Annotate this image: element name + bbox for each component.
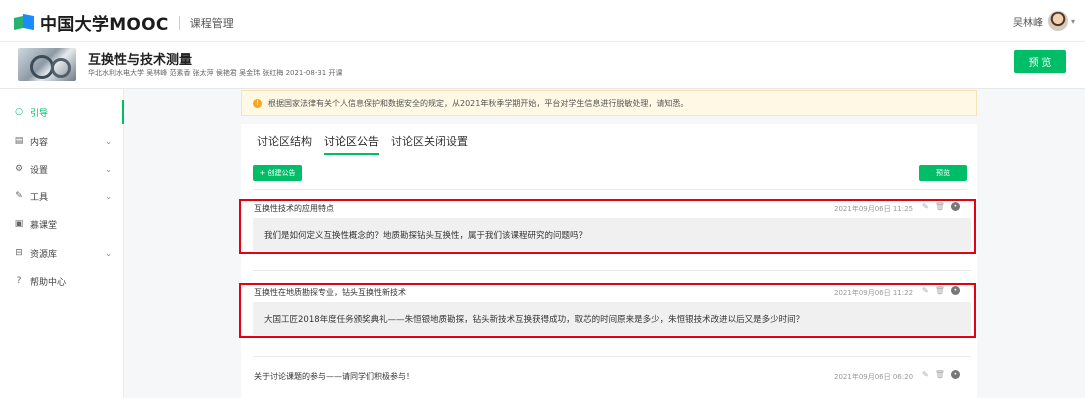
avatar: [1047, 11, 1068, 31]
sidebar: ○ 引导 ▤ 内容 ⌄ ⚙ 设置 ⌄ ✎ 工具 ⌄ ▣ 慕课堂 ⊟ 资源库 ⌄? 帮助中心: [0, 89, 124, 398]
chevron-down-icon[interactable]: ⌄: [105, 137, 112, 146]
highlight-box: [239, 199, 976, 254]
sidebar-item-tools[interactable]: ✎ 工具 ⌄: [0, 184, 124, 208]
sidebar-item-label: 工具: [30, 192, 49, 203]
preview-button[interactable]: 预览: [919, 165, 967, 181]
sidebar-item-label: 慕课堂: [30, 220, 58, 231]
sidebar-item-label: 资源库: [30, 249, 58, 260]
privacy-notice: ! 根据国家法律有关个人信息保护和数据安全的规定，从2021年秋季学期开始，平台…: [241, 90, 977, 116]
notice-text: 根据国家法律有关个人信息保护和数据安全的规定，从2021年秋季学期开始，平台对学…: [268, 98, 689, 108]
chevron-down-icon[interactable]: ⌄: [105, 165, 112, 174]
help-icon: ?: [16, 276, 22, 286]
post-title[interactable]: 关于讨论课题的参与——请同学们积极参与！: [254, 371, 414, 382]
tab-announcements[interactable]: 讨论区公告: [324, 133, 379, 155]
content-icon: ▤: [14, 136, 24, 146]
chevron-down-icon: ▾: [1070, 16, 1075, 26]
sidebar-item-label: 设置: [30, 165, 49, 176]
course-thumbnail: [18, 48, 76, 81]
course-title: 互换性与技术测量: [88, 53, 193, 68]
logo-text: 中国大学MOOC: [40, 15, 169, 35]
tools-icon: ✎: [15, 191, 23, 201]
sidebar-item-label: 帮助中心: [30, 277, 67, 288]
divider: [253, 189, 967, 190]
delete-icon[interactable]: 🗑: [935, 370, 945, 379]
mooc-logo-icon: [14, 13, 34, 31]
post-actions: ✎ 🗑 •: [916, 370, 960, 379]
chevron-down-icon[interactable]: ⌄: [105, 249, 112, 258]
user-menu[interactable]: 吴林峰 ▾: [1013, 11, 1075, 31]
user-name: 吴林峰: [1012, 17, 1043, 29]
classroom-icon: ▣: [14, 219, 24, 229]
course-meta: 华北水利水电大学 吴林峰 范素香 张太萍 侯艳君 吴金玮 张红梅 2021-08…: [88, 69, 343, 77]
sidebar-item-label: 内容: [30, 137, 49, 148]
post-separator: [253, 356, 971, 357]
section-title: 课程管理: [189, 16, 234, 30]
gear-icon: ⚙: [14, 164, 24, 174]
sidebar-item-guide[interactable]: ○ 引导: [0, 100, 124, 124]
guide-icon: ○: [15, 107, 23, 117]
edit-icon[interactable]: ✎: [922, 370, 929, 379]
post-separator: [253, 270, 971, 271]
course-preview-button[interactable]: 预 览: [1014, 50, 1066, 73]
highlight-box: [239, 283, 976, 338]
course-header: 互换性与技术测量 华北水利水电大学 吴林峰 范素香 张太萍 侯艳君 吴金玮 张红…: [0, 42, 1085, 89]
tab-close-settings[interactable]: 讨论区关闭设置: [391, 133, 468, 155]
sidebar-item-mooc-class[interactable]: ▣ 慕课堂: [0, 212, 124, 236]
more-icon[interactable]: •: [950, 370, 960, 379]
sidebar-item-resources[interactable]: ⊟ 资源库 ⌄: [0, 241, 124, 265]
sidebar-item-label: 引导: [30, 108, 49, 119]
top-bar: 中国大学MOOC 课程管理 吴林峰 ▾: [0, 0, 1085, 42]
sidebar-item-help-center[interactable]: ? 帮助中心: [0, 269, 124, 293]
library-icon: ⊟: [15, 248, 23, 258]
warning-icon: !: [253, 98, 262, 108]
create-announcement-button[interactable]: + 创建公告: [253, 165, 302, 181]
tab-structure[interactable]: 讨论区结构: [257, 133, 312, 155]
tab-bar: 讨论区结构 讨论区公告 讨论区关闭设置: [257, 133, 480, 155]
post-date: 2021年09月06日 06:20: [834, 373, 914, 381]
sidebar-item-settings[interactable]: ⚙ 设置 ⌄: [0, 157, 124, 181]
chevron-down-icon[interactable]: ⌄: [105, 192, 112, 201]
sidebar-item-content[interactable]: ▤ 内容 ⌄: [0, 129, 124, 153]
mooc-logo[interactable]: 中国大学MOOC 课程管理: [14, 10, 234, 35]
logo-separator: [178, 15, 180, 30]
